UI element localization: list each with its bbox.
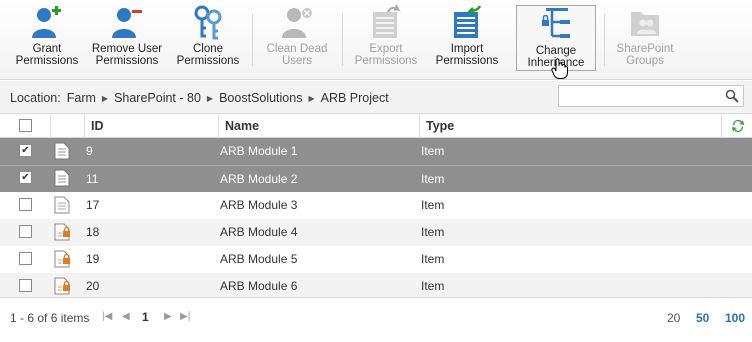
next-page-icon[interactable]: ▶: [164, 311, 172, 322]
hierarchy-lock-icon: [536, 6, 576, 42]
breadcrumb-item[interactable]: SharePoint - 80: [114, 91, 201, 105]
document-icon: [54, 169, 70, 190]
cell-type: Item: [421, 198, 445, 212]
cell-name: ARB Module 3: [220, 198, 298, 212]
ribbon-separator: [604, 14, 605, 66]
last-page-icon[interactable]: ▶|: [180, 311, 190, 322]
cell-name: ARB Module 4: [220, 225, 298, 239]
cell-id: 9: [86, 144, 93, 158]
page-size-50[interactable]: 50: [696, 311, 709, 325]
user-delete-icon: [277, 4, 317, 40]
page-size-20[interactable]: 20: [667, 311, 680, 325]
document-icon: [54, 196, 70, 217]
row-checkbox[interactable]: [19, 252, 32, 265]
remove-user-permissions-button[interactable]: Remove User Permissions: [90, 4, 164, 72]
cell-name: ARB Module 5: [220, 252, 298, 266]
first-page-icon[interactable]: |◀: [102, 311, 112, 322]
column-header-type[interactable]: Type: [419, 114, 721, 138]
clean-dead-users-button[interactable]: Clean Dead Users: [260, 4, 334, 72]
pager: 1 - 6 of 6 items |◀ ◀ 1 ▶ ▶| 20 50 100: [0, 297, 752, 342]
search-icon[interactable]: [725, 89, 739, 106]
cell-type: Item: [421, 279, 445, 293]
grant-permissions-button[interactable]: Grant Permissions: [10, 4, 84, 72]
cell-type: Item: [421, 252, 445, 266]
import-icon: [447, 4, 487, 40]
locked-document-icon: [54, 223, 72, 244]
cell-name: ARB Module 2: [220, 172, 298, 186]
export-icon: [366, 4, 406, 40]
table-row[interactable]: 20 ARB Module 6 Item: [0, 273, 752, 300]
cell-name: ARB Module 6: [220, 279, 298, 293]
cell-type: Item: [421, 225, 445, 239]
current-page[interactable]: 1: [142, 310, 149, 324]
locked-document-icon: [54, 277, 72, 298]
select-all-checkbox[interactable]: [19, 119, 32, 132]
column-header-id[interactable]: ID: [84, 114, 218, 138]
row-checkbox[interactable]: [19, 279, 32, 292]
chevron-right-icon: ▶: [206, 93, 214, 103]
table-row[interactable]: ✔ 11 ARB Module 2 Item: [0, 165, 752, 192]
user-add-icon: [27, 4, 67, 40]
cell-id: 19: [86, 252, 100, 266]
user-remove-icon: [107, 4, 147, 40]
row-checkbox[interactable]: ✔: [19, 171, 32, 184]
clone-permissions-button[interactable]: Clone Permissions: [172, 4, 244, 72]
chevron-right-icon: ▶: [101, 93, 109, 103]
row-checkbox[interactable]: [19, 225, 32, 238]
table-row[interactable]: 17 ARB Module 3 Item: [0, 192, 752, 219]
grid-header: ID Name Type: [0, 114, 752, 138]
cell-id: 11: [86, 172, 99, 186]
page-size-100[interactable]: 100: [725, 311, 745, 325]
table-row[interactable]: 18 ARB Module 4 Item: [0, 219, 752, 246]
breadcrumb-item[interactable]: Farm: [67, 91, 96, 105]
breadcrumb: Location: Farm ▶ SharePoint - 80 ▶ Boost…: [10, 91, 389, 105]
keys-icon: [188, 4, 228, 40]
group-folder-icon: [625, 4, 665, 40]
pager-info: 1 - 6 of 6 items: [10, 311, 90, 325]
cell-id: 18: [86, 225, 100, 239]
refresh-icon[interactable]: [721, 114, 752, 138]
change-inheritance-button[interactable]: Change Inheritance: [516, 5, 596, 79]
row-checkbox[interactable]: [19, 198, 32, 211]
cell-name: ARB Module 1: [220, 144, 298, 158]
column-header-name[interactable]: Name: [218, 114, 419, 138]
location-label: Location:: [10, 91, 61, 105]
ribbon-toolbar: Grant Permissions Remove User Permission…: [0, 0, 752, 80]
sharepoint-groups-button[interactable]: SharePoint Groups: [608, 4, 682, 72]
ribbon-separator: [342, 14, 343, 66]
breadcrumb-item[interactable]: BoostSolutions: [219, 91, 302, 105]
location-bar: Location: Farm ▶ SharePoint - 80 ▶ Boost…: [0, 81, 752, 114]
import-permissions-button[interactable]: Import Permissions: [430, 4, 504, 72]
table-row[interactable]: ✔ 9 ARB Module 1 Item: [0, 138, 752, 165]
chevron-right-icon: ▶: [308, 93, 315, 103]
cell-type: Item: [421, 172, 445, 186]
hand-cursor-icon: [551, 58, 569, 83]
cell-id: 17: [86, 198, 100, 212]
search-input[interactable]: [558, 85, 744, 107]
cell-type: Item: [421, 144, 445, 158]
icon-column-header: [50, 114, 84, 138]
row-checkbox[interactable]: ✔: [19, 144, 32, 157]
table-row[interactable]: 19 ARB Module 5 Item: [0, 246, 752, 273]
export-permissions-button[interactable]: Export Permissions: [350, 4, 422, 72]
ribbon-separator: [252, 14, 253, 66]
cell-id: 20: [86, 279, 100, 293]
breadcrumb-item[interactable]: ARB Project: [321, 91, 389, 105]
document-icon: [54, 142, 70, 163]
locked-document-icon: [54, 250, 72, 271]
prev-page-icon[interactable]: ◀: [122, 311, 130, 322]
